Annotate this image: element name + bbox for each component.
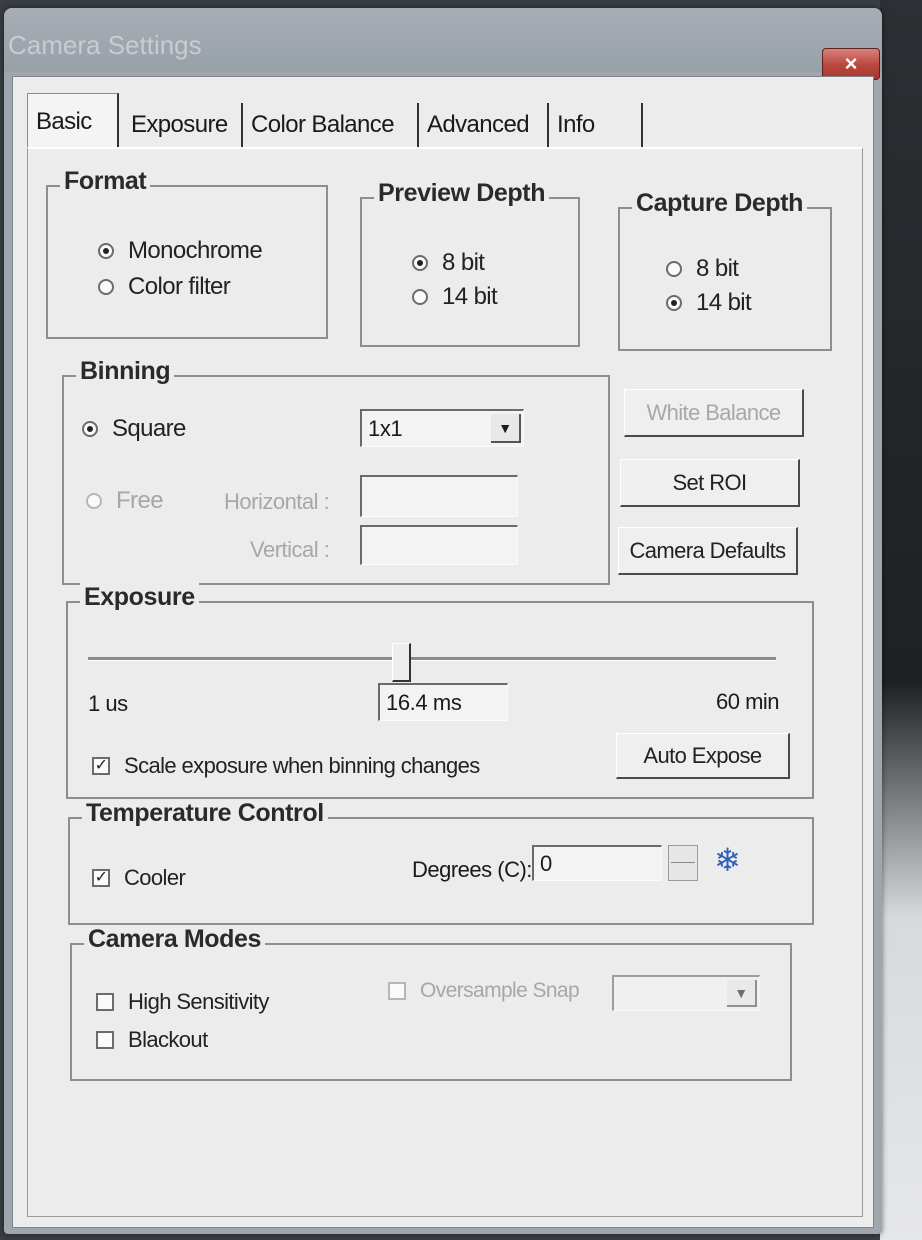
button-label: Auto Expose — [643, 742, 762, 768]
cooler-checkbox[interactable]: ✓ Cooler — [92, 865, 186, 891]
radio-label: Square — [112, 415, 186, 442]
checkbox-label: Cooler — [124, 865, 186, 890]
capture-depth-group: Capture Depth 8 bit 14 bit — [618, 189, 832, 351]
tab-advanced[interactable]: Advanced — [421, 103, 549, 147]
tab-label: Exposure — [131, 111, 228, 138]
radio-label: Monochrome — [128, 237, 263, 264]
format-group: Format Monochrome Color filter — [46, 167, 328, 339]
radio-unselected-icon — [98, 279, 114, 295]
degrees-input[interactable]: 0 — [532, 845, 662, 881]
tab-color-balance[interactable]: Color Balance — [245, 103, 419, 147]
exposure-slider-thumb[interactable] — [392, 643, 411, 682]
degrees-label: Degrees (C): — [412, 857, 532, 882]
exposure-max-label: 60 min — [716, 689, 780, 714]
exposure-group: Exposure 1 us 16.4 ms 60 min ✓ Scale exp… — [66, 583, 814, 799]
tab-label: Basic — [36, 107, 92, 135]
binning-square-radio[interactable]: Square — [82, 415, 186, 443]
basic-tab-panel: Format Monochrome Color filter Preview D… — [27, 147, 863, 1217]
checkbox-label: Oversample Snap — [420, 979, 580, 1002]
capture-14bit-radio[interactable]: 14 bit — [666, 289, 752, 317]
button-label: White Balance — [646, 399, 781, 425]
preview-8bit-radio[interactable]: 8 bit — [412, 249, 485, 277]
checkbox-label: Blackout — [128, 1027, 208, 1052]
preview-depth-group: Preview Depth 8 bit 14 bit — [360, 179, 580, 347]
format-monochrome-radio[interactable]: Monochrome — [98, 237, 263, 265]
tab-strip: Basic Exposure Color Balance Advanced In… — [27, 93, 857, 149]
set-roi-button[interactable]: Set ROI — [620, 459, 800, 507]
oversample-snap-checkbox[interactable]: Oversample Snap — [388, 979, 580, 1003]
exposure-title: Exposure — [80, 583, 199, 612]
window-title: Camera Settings — [8, 30, 202, 60]
scale-exposure-checkbox[interactable]: ✓ Scale exposure when binning changes — [92, 753, 480, 779]
degrees-spinner[interactable] — [668, 845, 698, 881]
radio-label: 14 bit — [442, 283, 498, 310]
radio-selected-icon — [82, 421, 98, 437]
dialog-client-area: Basic Exposure Color Balance Advanced In… — [12, 76, 874, 1228]
desktop-background — [880, 0, 922, 1240]
temperature-title: Temperature Control — [82, 799, 328, 828]
checkbox-icon — [388, 982, 406, 1000]
camera-defaults-button[interactable]: Camera Defaults — [618, 527, 798, 575]
checkbox-label: Scale exposure when binning changes — [124, 753, 480, 778]
title-bar[interactable]: Camera Settings × — [4, 8, 882, 80]
preview-depth-title: Preview Depth — [374, 179, 550, 208]
checkbox-icon — [96, 993, 114, 1011]
exposure-value-field[interactable]: 16.4 ms — [378, 683, 508, 721]
binning-free-radio[interactable]: Free — [86, 487, 164, 515]
temperature-group: Temperature Control ✓ Cooler Degrees (C)… — [68, 799, 814, 925]
capture-depth-title: Capture Depth — [632, 189, 808, 218]
radio-label: 8 bit — [442, 249, 485, 276]
button-label: Set ROI — [672, 469, 747, 495]
radio-selected-icon — [412, 255, 428, 271]
radio-selected-icon — [98, 243, 114, 259]
camera-modes-group: Camera Modes High Sensitivity Blackout O… — [70, 925, 792, 1081]
binning-size-select[interactable]: 1x1 ▼ — [360, 409, 524, 447]
vertical-label: Vertical : — [250, 537, 330, 562]
tab-label: Advanced — [427, 111, 530, 138]
button-label: Camera Defaults — [629, 537, 786, 563]
radio-label: 8 bit — [696, 255, 739, 282]
camera-settings-dialog: Camera Settings × Basic Exposure Color B… — [4, 8, 882, 1234]
chevron-down-icon: ▼ — [491, 414, 521, 443]
close-icon: × — [844, 51, 858, 76]
horizontal-label: Horizontal : — [224, 489, 330, 514]
tab-exposure[interactable]: Exposure — [125, 103, 243, 147]
vertical-input[interactable] — [360, 525, 518, 565]
preview-14bit-radio[interactable]: 14 bit — [412, 283, 498, 311]
radio-label: Color filter — [128, 273, 231, 300]
checkmark-icon: ✓ — [92, 757, 110, 775]
format-title: Format — [60, 167, 151, 196]
input-value: 0 — [540, 850, 552, 876]
radio-unselected-icon — [86, 493, 102, 509]
input-value: 16.4 ms — [386, 689, 462, 715]
high-sensitivity-checkbox[interactable]: High Sensitivity — [96, 989, 269, 1015]
radio-selected-icon — [666, 295, 682, 311]
tab-info[interactable]: Info — [551, 103, 643, 147]
auto-expose-button[interactable]: Auto Expose — [616, 733, 790, 779]
radio-label: 14 bit — [696, 289, 752, 316]
binning-title: Binning — [76, 357, 175, 386]
checkbox-label: High Sensitivity — [128, 989, 269, 1014]
radio-label: Free — [116, 487, 164, 514]
snowflake-icon: ❄ — [714, 842, 741, 878]
binning-group: Binning Square 1x1 ▼ Free Horizontal : V… — [62, 357, 610, 585]
tab-label: Color Balance — [251, 111, 395, 138]
exposure-min-label: 1 us — [88, 691, 128, 716]
camera-modes-title: Camera Modes — [84, 925, 266, 954]
chevron-down-icon: ▼ — [727, 980, 757, 1007]
oversample-select[interactable]: ▼ — [612, 975, 760, 1011]
horizontal-input[interactable] — [360, 475, 518, 517]
capture-8bit-radio[interactable]: 8 bit — [666, 255, 739, 283]
white-balance-button[interactable]: White Balance — [624, 389, 804, 437]
checkmark-icon: ✓ — [92, 869, 110, 887]
radio-unselected-icon — [666, 261, 682, 277]
select-value: 1x1 — [368, 415, 403, 441]
blackout-checkbox[interactable]: Blackout — [96, 1027, 208, 1053]
checkbox-icon — [96, 1031, 114, 1049]
tab-label: Info — [557, 111, 595, 138]
format-color-filter-radio[interactable]: Color filter — [98, 273, 231, 301]
radio-unselected-icon — [412, 289, 428, 305]
exposure-slider-track[interactable] — [88, 657, 776, 661]
tab-basic[interactable]: Basic — [27, 93, 119, 149]
